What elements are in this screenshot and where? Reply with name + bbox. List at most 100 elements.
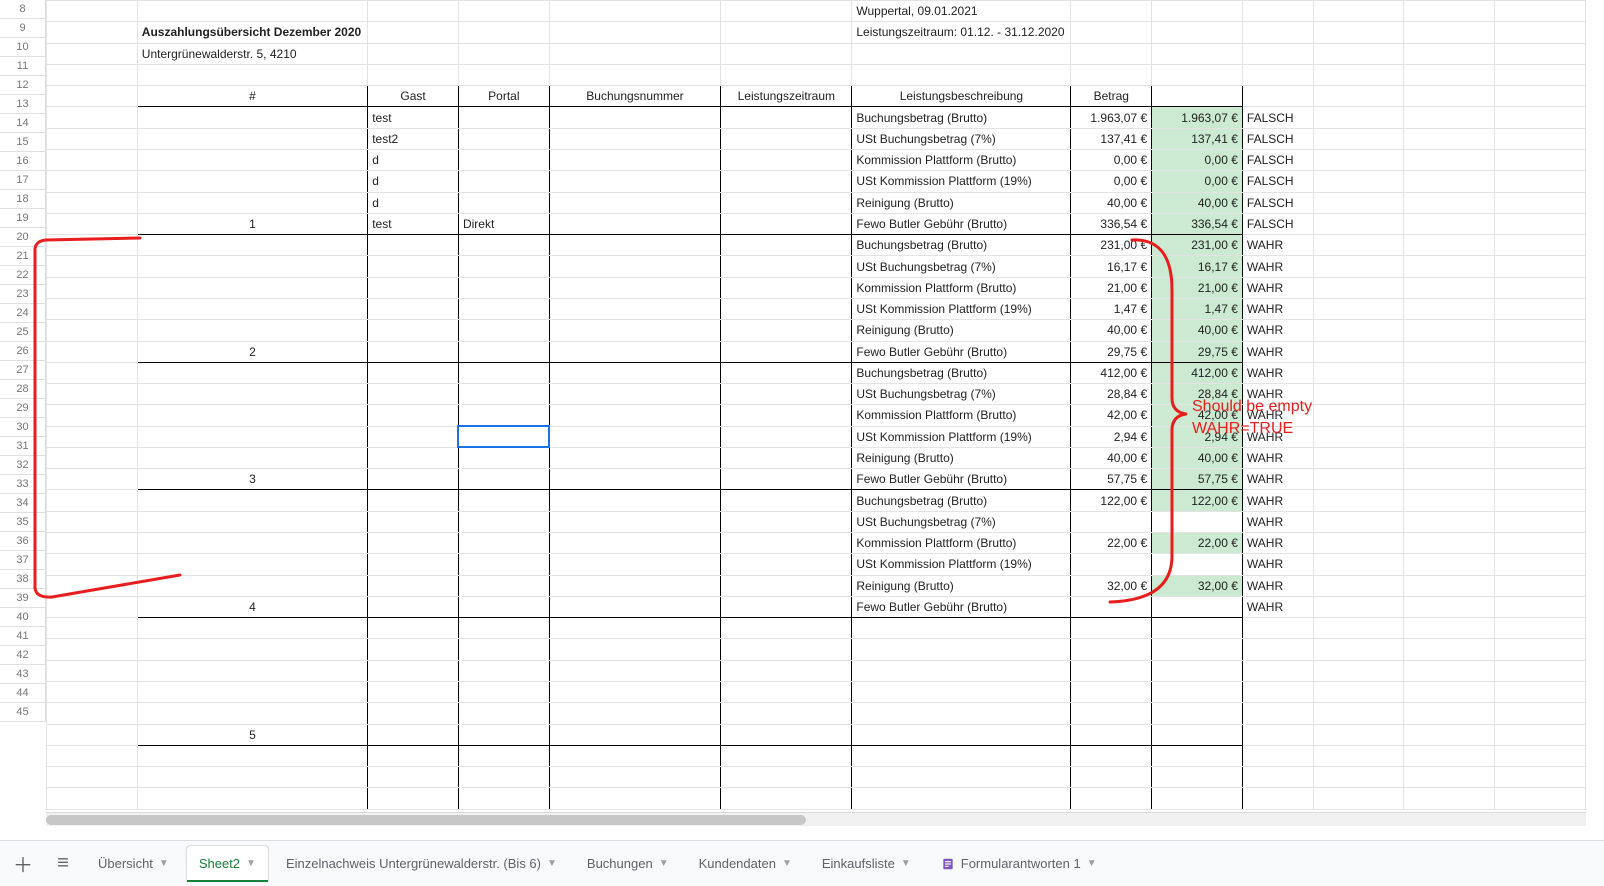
- cell-D15[interactable]: [458, 149, 549, 170]
- cell-H27[interactable]: 42,00 €: [1071, 405, 1152, 426]
- cell-K40[interactable]: [1313, 682, 1404, 703]
- cell-I40[interactable]: [1152, 682, 1243, 703]
- cell-K20[interactable]: [1313, 256, 1404, 277]
- cell-F23[interactable]: [721, 320, 852, 341]
- cell-H32[interactable]: [1071, 511, 1152, 532]
- cell-E41[interactable]: [549, 703, 720, 724]
- cell-G12[interactable]: Leistungsbeschreibung: [852, 86, 1071, 107]
- cell-F35[interactable]: [721, 575, 852, 596]
- cell-H43[interactable]: [1071, 745, 1152, 766]
- cell-C11[interactable]: [368, 64, 459, 85]
- cell-I13[interactable]: 1.963,07 €: [1152, 107, 1243, 128]
- row-header[interactable]: 16: [0, 152, 46, 171]
- cell-E37[interactable]: [549, 618, 720, 639]
- cell-C41[interactable]: [368, 703, 459, 724]
- cell-L11[interactable]: [1404, 64, 1495, 85]
- cell-M43[interactable]: [1495, 745, 1586, 766]
- cell-D11[interactable]: [458, 64, 549, 85]
- cell-D21[interactable]: [458, 277, 549, 298]
- cell-E32[interactable]: [549, 511, 720, 532]
- cell-E21[interactable]: [549, 277, 720, 298]
- cell-D41[interactable]: [458, 703, 549, 724]
- cell-B30[interactable]: 3: [137, 469, 367, 490]
- cell-L38[interactable]: [1404, 639, 1495, 660]
- cell-A15[interactable]: [47, 149, 138, 170]
- row-header[interactable]: 44: [0, 684, 46, 703]
- cell-B43[interactable]: [137, 745, 367, 766]
- cell-C39[interactable]: [368, 660, 459, 681]
- cell-F32[interactable]: [721, 511, 852, 532]
- cell-G24[interactable]: Fewo Butler Gebühr (Brutto): [852, 341, 1071, 362]
- cell-C26[interactable]: [368, 384, 459, 405]
- cell-C10[interactable]: [368, 43, 459, 64]
- cell-M28[interactable]: [1495, 426, 1586, 447]
- cell-L35[interactable]: [1404, 575, 1495, 596]
- row-header[interactable]: 43: [0, 665, 46, 684]
- cell-F14[interactable]: [721, 128, 852, 149]
- row-header[interactable]: 17: [0, 171, 46, 190]
- cell-H20[interactable]: 16,17 €: [1071, 256, 1152, 277]
- cell-A12[interactable]: [47, 86, 138, 107]
- cell-E25[interactable]: [549, 362, 720, 383]
- cell-B41[interactable]: [137, 703, 367, 724]
- cell-G9[interactable]: Leistungszeitraum: 01.12. - 31.12.2020: [852, 22, 1071, 43]
- cell-L23[interactable]: [1404, 320, 1495, 341]
- row-header[interactable]: 40: [0, 608, 46, 627]
- cell-L21[interactable]: [1404, 277, 1495, 298]
- cell-I23[interactable]: 40,00 €: [1152, 320, 1243, 341]
- cell-D10[interactable]: [458, 43, 549, 64]
- cell-H30[interactable]: 57,75 €: [1071, 469, 1152, 490]
- row-header[interactable]: 33: [0, 475, 46, 494]
- cell-M17[interactable]: [1495, 192, 1586, 213]
- cell-D23[interactable]: [458, 320, 549, 341]
- scrollbar-thumb[interactable]: [46, 815, 806, 825]
- sheet-tab-sheet2[interactable]: Sheet2▼: [187, 846, 268, 882]
- cell-B19[interactable]: [137, 235, 367, 256]
- cell-H14[interactable]: 137,41 €: [1071, 128, 1152, 149]
- cell-F41[interactable]: [721, 703, 852, 724]
- cell-A8[interactable]: [47, 1, 138, 22]
- cell-H33[interactable]: 22,00 €: [1071, 533, 1152, 554]
- cell-M45[interactable]: [1495, 788, 1586, 810]
- cell-J16[interactable]: FALSCH: [1242, 171, 1313, 192]
- sheet-tab-übersicht[interactable]: Übersicht▼: [86, 846, 181, 882]
- cell-F44[interactable]: [721, 767, 852, 788]
- cell-J11[interactable]: [1242, 64, 1313, 85]
- row-header[interactable]: 26: [0, 342, 46, 361]
- cell-E27[interactable]: [549, 405, 720, 426]
- cell-C33[interactable]: [368, 533, 459, 554]
- cell-I20[interactable]: 16,17 €: [1152, 256, 1243, 277]
- cell-J10[interactable]: [1242, 43, 1313, 64]
- cell-I45[interactable]: [1152, 788, 1243, 810]
- row-header[interactable]: 23: [0, 285, 46, 304]
- cell-D24[interactable]: [458, 341, 549, 362]
- cell-G34[interactable]: USt Kommission Plattform (19%): [852, 554, 1071, 575]
- cell-F13[interactable]: [721, 107, 852, 128]
- cell-J38[interactable]: [1242, 639, 1313, 660]
- cell-D19[interactable]: [458, 235, 549, 256]
- cell-L34[interactable]: [1404, 554, 1495, 575]
- row-header[interactable]: 39: [0, 589, 46, 608]
- cell-B15[interactable]: [137, 149, 367, 170]
- cell-D38[interactable]: [458, 639, 549, 660]
- cell-G42[interactable]: [852, 724, 1071, 745]
- cell-K14[interactable]: [1313, 128, 1404, 149]
- cell-B34[interactable]: [137, 554, 367, 575]
- cell-E26[interactable]: [549, 384, 720, 405]
- cell-M9[interactable]: [1495, 22, 1586, 43]
- cell-L42[interactable]: [1404, 724, 1495, 745]
- cell-L10[interactable]: [1404, 43, 1495, 64]
- cell-M14[interactable]: [1495, 128, 1586, 149]
- cell-A41[interactable]: [47, 703, 138, 724]
- cell-J42[interactable]: [1242, 724, 1313, 745]
- cell-J22[interactable]: WAHR: [1242, 298, 1313, 319]
- cell-M18[interactable]: [1495, 213, 1586, 234]
- cell-A42[interactable]: [47, 724, 138, 745]
- cell-J28[interactable]: WAHR: [1242, 426, 1313, 447]
- cell-G45[interactable]: [852, 788, 1071, 810]
- cell-H15[interactable]: 0,00 €: [1071, 149, 1152, 170]
- cell-D45[interactable]: [458, 788, 549, 810]
- cell-K9[interactable]: [1313, 22, 1404, 43]
- cell-M31[interactable]: [1495, 490, 1586, 511]
- cell-L29[interactable]: [1404, 447, 1495, 468]
